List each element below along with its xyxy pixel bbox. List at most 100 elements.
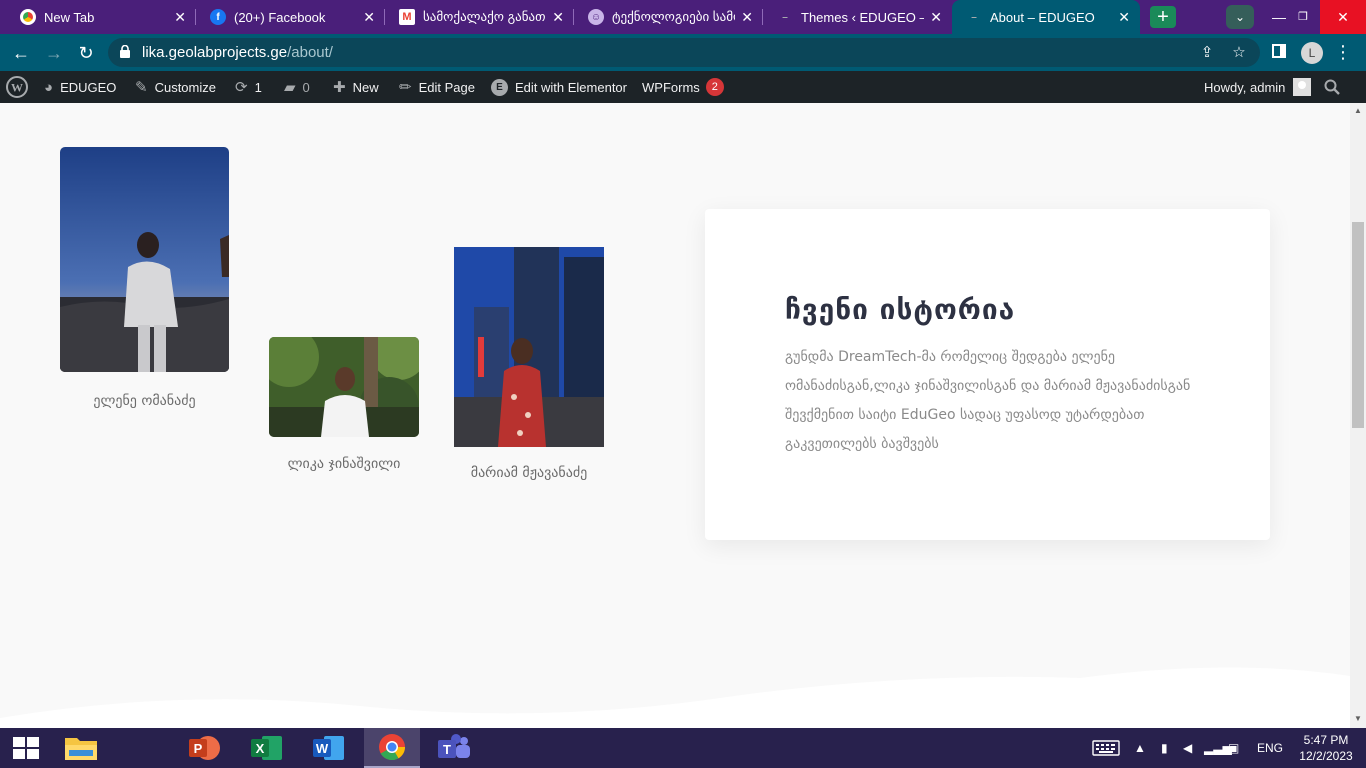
folder-icon (65, 738, 97, 760)
browser-tab-strip: New Tab ✕ f (20+) Facebook ✕ M სამოქალაქ… (0, 0, 1366, 34)
side-panel-icon[interactable] (1272, 44, 1286, 58)
chevron-up-icon[interactable]: ▲ (1134, 728, 1146, 768)
powerpoint-icon[interactable]: P (178, 728, 230, 768)
search-icon (1324, 79, 1340, 95)
close-icon[interactable]: ✕ (1118, 9, 1130, 26)
team-name-elene: ელენე ომანაძე (93, 393, 196, 409)
tab-themes[interactable]: – Themes ‹ EDUGEO — W ✕ (763, 0, 952, 34)
close-icon[interactable]: ✕ (741, 9, 753, 26)
windows-start-icon[interactable] (0, 728, 52, 768)
our-story-text: გუნდმა DreamTech-მა რომელიც შედგება ელენ… (785, 349, 1191, 452)
dashboard-icon: ◕ (44, 78, 54, 96)
wordpress-logo-icon[interactable]: W (6, 71, 28, 103)
share-icon[interactable]: ⇪ (1196, 42, 1218, 64)
file-explorer-icon[interactable] (55, 728, 107, 768)
tab-gmail[interactable]: M სამოქალაქო განათლ ✕ (385, 0, 574, 34)
menu-kebab-icon[interactable]: ⋮ (1334, 40, 1352, 64)
team-photo-lika (269, 337, 419, 437)
team-name-lika: ლიკა ჯინაშვილი (287, 456, 401, 472)
howdy-label: Howdy, admin (1204, 79, 1286, 95)
chrome-taskbar-icon[interactable] (364, 728, 420, 768)
admin-comments[interactable]: ▰ 0 (284, 71, 310, 103)
battery-icon[interactable]: ▮ (1161, 728, 1168, 768)
paintbrush-icon: ✎ (135, 79, 148, 96)
tab-facebook[interactable]: f (20+) Facebook ✕ (196, 0, 385, 34)
clock-time: 5:47 PM (1303, 733, 1349, 747)
wp-admin-bar: W ◕ EDUGEO ✎ Customize ⟳ 1 ▰ 0 ✚ New ✏ E… (0, 71, 1366, 103)
admin-search-icon[interactable] (1324, 71, 1340, 103)
profile-avatar[interactable]: L (1301, 42, 1323, 64)
customize-label: Customize (154, 79, 216, 95)
tab-new-tab[interactable]: New Tab ✕ (0, 0, 196, 34)
svg-text:W: W (11, 81, 23, 95)
team-photo-mariam (454, 247, 604, 447)
facebook-icon: f (210, 9, 226, 25)
admin-edit-page[interactable]: ✏ Edit Page (399, 71, 475, 103)
touch-keyboard-icon[interactable] (1092, 728, 1120, 768)
team-photo-lika-image (269, 337, 419, 437)
reload-icon[interactable]: ↻ (74, 41, 98, 65)
gmail-icon: M (399, 9, 415, 25)
bookmark-star-icon[interactable]: ☆ (1228, 42, 1250, 64)
close-icon[interactable]: ✕ (552, 9, 564, 26)
forward-arrow-icon[interactable]: → (42, 41, 66, 65)
admin-customize[interactable]: ✎ Customize (135, 71, 216, 103)
admin-edit-elementor[interactable]: E Edit with Elementor (491, 71, 627, 103)
team-name-mariam: მარიამ მჟავანაძე (470, 465, 588, 481)
tab-title: (20+) Facebook (234, 9, 326, 25)
wordpress-icon: – (971, 11, 977, 23)
tab-search-button[interactable]: ⌄ (1226, 5, 1254, 29)
window-close-icon[interactable]: ✕ (1320, 0, 1366, 34)
user-avatar (1293, 78, 1312, 96)
admin-site-name[interactable]: ◕ EDUGEO (44, 71, 116, 103)
back-arrow-icon[interactable]: ← (9, 41, 33, 65)
url-path: /about/ (287, 44, 333, 61)
admin-account[interactable]: Howdy, admin (1204, 71, 1312, 103)
keyboard-icon (1092, 740, 1120, 756)
tab-about-edugeo[interactable]: – About – EDUGEO ✕ (952, 0, 1140, 34)
word-icon[interactable]: W (302, 728, 354, 768)
scrollbar-thumb[interactable] (1352, 222, 1364, 428)
admin-new[interactable]: ✚ New (333, 71, 379, 103)
team-photo-elene (60, 147, 229, 372)
site-icon: ☺ (588, 9, 604, 25)
our-story-heading: ჩვენი ისტორია (785, 293, 1016, 326)
clock-date: 12/2/2023 (1299, 749, 1353, 763)
svg-text:X: X (256, 741, 265, 756)
excel-logo-icon: X (251, 736, 282, 760)
wpforms-label: WPForms (642, 79, 700, 95)
wpforms-badge: 2 (705, 78, 724, 96)
decorative-wave (0, 667, 1350, 728)
comment-icon: ▰ (284, 79, 296, 96)
scroll-down-arrow-icon[interactable]: ▼ (1354, 714, 1362, 723)
excel-icon[interactable]: X (240, 728, 292, 768)
network-icon[interactable]: ▣ (1228, 728, 1239, 768)
admin-wpforms[interactable]: WPForms 2 (642, 71, 724, 103)
close-icon[interactable]: ✕ (930, 9, 942, 26)
windows-logo-icon (13, 737, 39, 759)
system-clock[interactable]: 5:47 PM 12/2/2023 (1292, 732, 1360, 764)
windows-taskbar: P X W T ▲ ▮ ◀ ▂▃▅ ▣ ENG 5:47 PM 12/2/202… (0, 728, 1366, 768)
chrome-logo-icon (379, 734, 406, 761)
svg-text:P: P (194, 741, 203, 756)
teams-icon[interactable]: T (428, 728, 480, 768)
admin-updates[interactable]: ⟳ 1 (235, 71, 262, 103)
close-icon[interactable]: ✕ (363, 9, 375, 26)
team-photo-mariam-image (454, 247, 604, 447)
new-label: New (352, 79, 379, 95)
tab-title: ტექნოლოგიები სამო (612, 9, 736, 24)
volume-icon[interactable]: ◀ (1183, 728, 1192, 768)
address-bar[interactable]: lika.geolabprojects.ge/about/ ⇪ ☆ (108, 38, 1260, 67)
new-tab-button[interactable]: + (1150, 6, 1176, 28)
language-indicator[interactable]: ENG (1257, 728, 1283, 768)
close-icon[interactable]: ✕ (174, 9, 186, 26)
tab-technologies[interactable]: ☺ ტექნოლოგიები სამო ✕ (574, 0, 763, 34)
plus-icon: ✚ (333, 79, 346, 96)
svg-text:T: T (443, 742, 451, 757)
scroll-up-arrow-icon[interactable]: ▲ (1354, 106, 1362, 115)
updates-count: 1 (254, 79, 262, 95)
wordpress-icon: W (6, 76, 28, 98)
site-name-label: EDUGEO (60, 79, 117, 95)
tab-title: New Tab (44, 9, 95, 25)
svg-text:W: W (316, 741, 329, 756)
